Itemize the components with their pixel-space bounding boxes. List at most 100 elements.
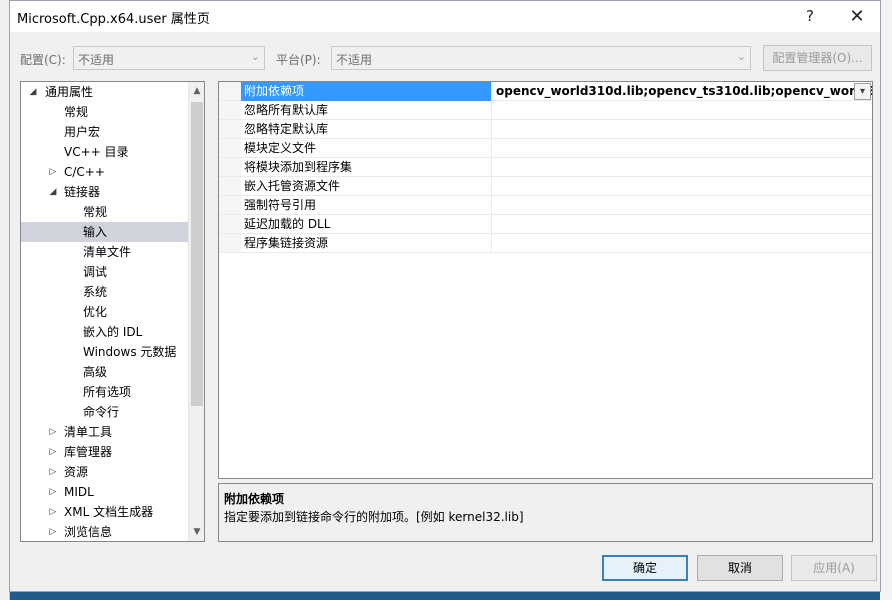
tree-item[interactable]: 优化 xyxy=(21,302,189,322)
tree-item-label: 高级 xyxy=(83,365,108,379)
collapsed-icon[interactable]: ▷ xyxy=(47,482,59,502)
tree-item-label: 库管理器 xyxy=(64,445,113,459)
scroll-up-icon[interactable]: ▲ xyxy=(189,82,204,100)
property-row[interactable]: 程序集链接资源 xyxy=(219,234,872,253)
cancel-button[interactable]: 取消 xyxy=(697,555,783,581)
tree-item[interactable]: 清单文件 xyxy=(21,242,189,262)
property-name: 忽略所有默认库 xyxy=(241,101,492,120)
tree-item[interactable]: ▷ C/C++ xyxy=(21,162,189,182)
chevron-down-icon: ⌄ xyxy=(736,50,746,63)
description-text: 指定要添加到链接命令行的附加项。[例如 kernel32.lib] xyxy=(224,510,524,524)
config-value: 不适用 xyxy=(78,53,115,67)
property-row[interactable]: 嵌入托管资源文件 xyxy=(219,177,872,196)
tree-item-label: MIDL xyxy=(64,485,94,499)
tree-item[interactable]: 常规 xyxy=(21,102,189,122)
property-row[interactable]: 将模块添加到程序集 xyxy=(219,158,872,177)
close-button[interactable]: ✕ xyxy=(834,1,880,32)
property-row[interactable]: 附加依赖项 opencv_world310d.lib;opencv_ts310d.… xyxy=(219,82,872,101)
tree-item-label: VC++ 目录 xyxy=(64,145,129,159)
apply-button[interactable]: 应用(A) xyxy=(791,555,877,581)
tree-item-label: Windows 元数据 xyxy=(83,345,177,359)
tree-item[interactable]: VC++ 目录 xyxy=(21,142,189,162)
property-value[interactable]: opencv_world310d.lib;opencv_ts310d.lib;o… xyxy=(493,82,872,101)
tree-item[interactable]: ▷ 浏览信息 xyxy=(21,522,189,541)
tree-item-label: 用户宏 xyxy=(64,125,101,139)
config-label: 配置(C): xyxy=(20,53,66,67)
config-combo[interactable]: 不适用 ⌄ xyxy=(73,46,265,70)
property-row[interactable]: 忽略特定默认库 xyxy=(219,120,872,139)
chevron-down-icon[interactable]: ▾ xyxy=(854,83,871,100)
property-value[interactable] xyxy=(493,234,872,253)
tree-item-label: 嵌入的 IDL xyxy=(83,325,143,339)
tree-item[interactable]: 用户宏 xyxy=(21,122,189,142)
tree-item-label: 常规 xyxy=(83,205,108,219)
tree-item-label: 资源 xyxy=(64,465,89,479)
tree-item[interactable]: 高级 xyxy=(21,362,189,382)
property-name: 延迟加载的 DLL xyxy=(241,215,492,234)
platform-combo[interactable]: 不适用 ⌄ xyxy=(331,46,751,70)
property-value[interactable] xyxy=(493,101,872,120)
property-pages-dialog: Microsoft.Cpp.x64.user 属性页 ? ✕ 配置(C): 不适… xyxy=(9,0,881,592)
config-manager-button[interactable]: 配置管理器(O)... xyxy=(763,45,872,71)
tree-item[interactable]: 系统 xyxy=(21,282,189,302)
help-button[interactable]: ? xyxy=(787,1,833,32)
property-value[interactable] xyxy=(493,215,872,234)
property-name: 强制符号引用 xyxy=(241,196,492,215)
collapsed-icon[interactable]: ▷ xyxy=(47,442,59,462)
property-value[interactable] xyxy=(493,158,872,177)
property-name: 附加依赖项 xyxy=(241,82,492,101)
title-bar: Microsoft.Cpp.x64.user 属性页 ? ✕ xyxy=(10,1,880,32)
tree-item-label: 调试 xyxy=(83,265,108,279)
property-name: 程序集链接资源 xyxy=(241,234,492,253)
tree-item[interactable]: Windows 元数据 xyxy=(21,342,189,362)
property-row[interactable]: 模块定义文件 xyxy=(219,139,872,158)
property-row[interactable]: 强制符号引用 xyxy=(219,196,872,215)
scroll-down-icon[interactable]: ▼ xyxy=(189,523,204,541)
platform-value: 不适用 xyxy=(336,53,373,67)
collapsed-icon[interactable]: ▷ xyxy=(47,462,59,482)
tree-item-label: 通用属性 xyxy=(45,85,94,99)
property-value[interactable] xyxy=(493,177,872,196)
description-title: 附加依赖项 xyxy=(224,492,285,506)
chevron-down-icon: ⌄ xyxy=(250,50,260,63)
property-grid: 附加依赖项 opencv_world310d.lib;opencv_ts310d.… xyxy=(218,81,873,479)
category-tree[interactable]: ◢ 通用属性 常规 用户宏 VC++ 目录 ▷ C/C++ ◢ 链接器 常规 输入 清单文件 调试 系统优… xyxy=(20,81,205,542)
tree-item[interactable]: 嵌入的 IDL xyxy=(21,322,189,342)
tree-item[interactable]: 命令行 xyxy=(21,402,189,422)
tree-item[interactable]: ▷ XML 文档生成器 xyxy=(21,502,189,522)
tree-item[interactable]: ◢ 通用属性 xyxy=(21,82,189,102)
property-name: 将模块添加到程序集 xyxy=(241,158,492,177)
description-panel: 附加依赖项 指定要添加到链接命令行的附加项。[例如 kernel32.lib] xyxy=(218,483,873,542)
tree-item[interactable]: ▷ 资源 xyxy=(21,462,189,482)
property-name: 忽略特定默认库 xyxy=(241,120,492,139)
tree-item[interactable]: 所有选项 xyxy=(21,382,189,402)
collapsed-icon[interactable]: ▷ xyxy=(47,162,59,182)
tree-item-label: 清单工具 xyxy=(64,425,113,439)
tree-item-label: 浏览信息 xyxy=(64,525,113,539)
tree-item[interactable]: ◢ 链接器 xyxy=(21,182,189,202)
tree-scrollbar[interactable]: ▲ ▼ xyxy=(188,82,204,541)
background-editor-edge-right xyxy=(880,0,892,600)
collapsed-icon[interactable]: ▷ xyxy=(47,422,59,442)
tree-item[interactable]: ▷ 清单工具 xyxy=(21,422,189,442)
tree-item-label: 常规 xyxy=(64,105,89,119)
tree-item-label: 所有选项 xyxy=(83,385,132,399)
collapsed-icon[interactable]: ▷ xyxy=(47,502,59,522)
platform-label: 平台(P): xyxy=(276,53,321,67)
tree-item[interactable]: 常规 xyxy=(21,202,189,222)
tree-item[interactable]: 调试 xyxy=(21,262,189,282)
tree-item[interactable]: ▷ MIDL xyxy=(21,482,189,502)
expanded-icon[interactable]: ◢ xyxy=(47,182,59,202)
ok-button[interactable]: 确定 xyxy=(602,555,688,581)
tree-item[interactable]: 输入 xyxy=(21,222,189,242)
property-value[interactable] xyxy=(493,120,872,139)
property-value[interactable] xyxy=(493,139,872,158)
collapsed-icon[interactable]: ▷ xyxy=(47,522,59,541)
tree-item[interactable]: ▷ 库管理器 xyxy=(21,442,189,462)
tree-item-label: 优化 xyxy=(83,305,108,319)
scroll-thumb[interactable] xyxy=(191,102,203,406)
property-row[interactable]: 忽略所有默认库 xyxy=(219,101,872,120)
property-row[interactable]: 延迟加载的 DLL xyxy=(219,215,872,234)
property-value[interactable] xyxy=(493,196,872,215)
expanded-icon[interactable]: ◢ xyxy=(27,82,39,102)
